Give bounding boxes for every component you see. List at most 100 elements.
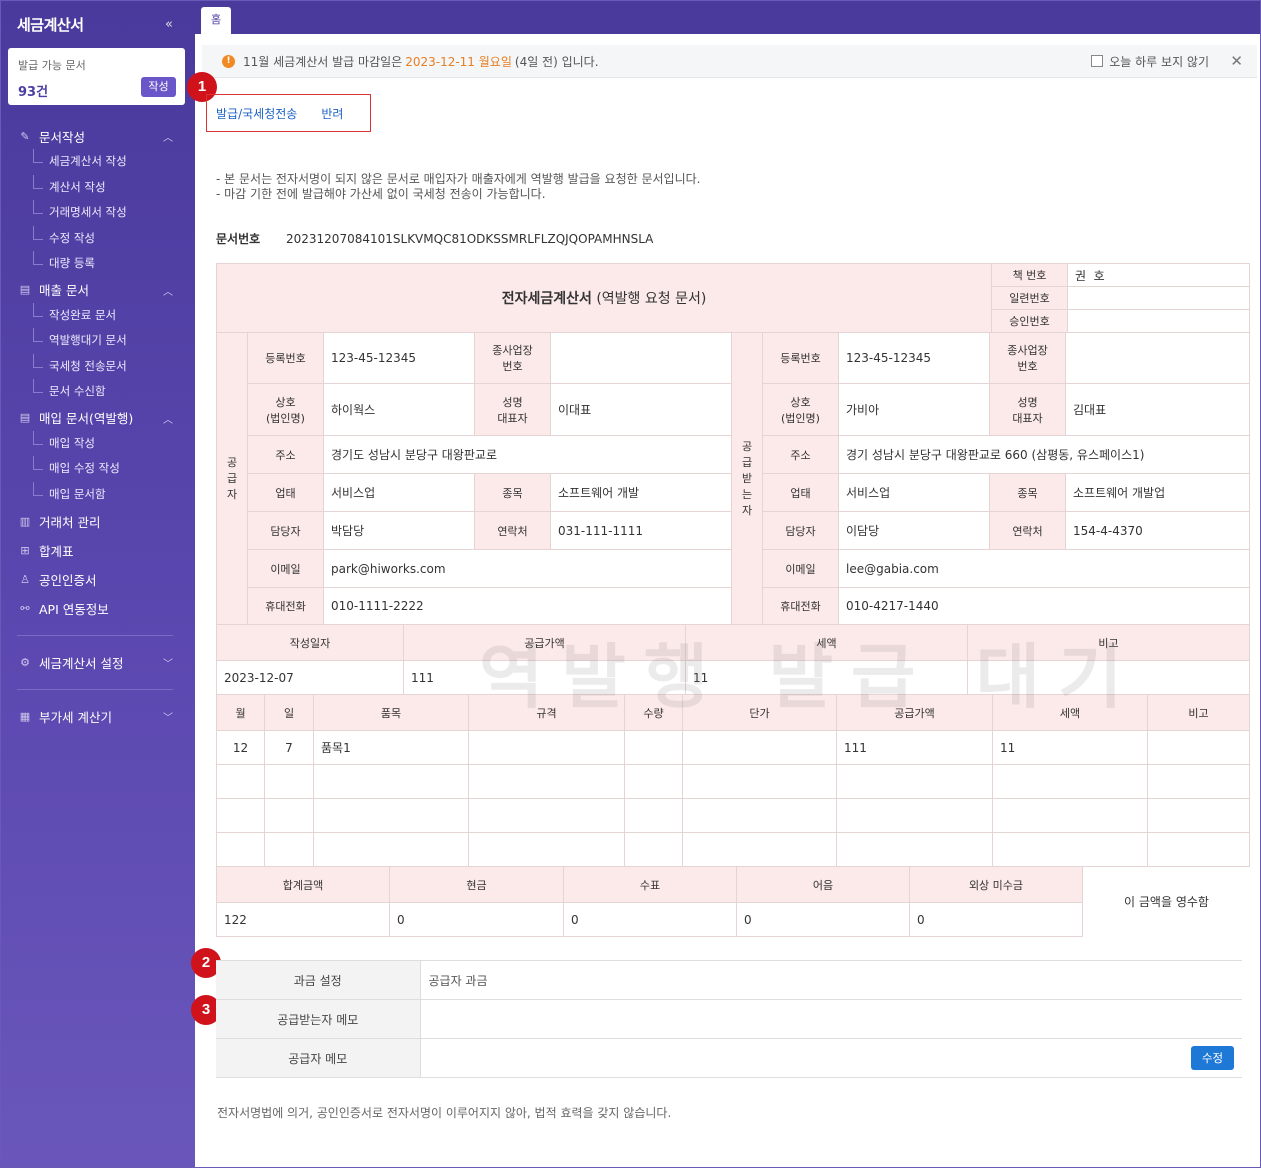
supplier-contact-label: 연락처 (474, 511, 551, 550)
document-description: - 본 문서는 전자서명이 되지 않은 문서로 매입자가 매출자에게 역발행 발… (216, 172, 700, 202)
invoice-header-table: 전자세금계산서 (역발행 요청 문서) 책 번호 권 호 일련번호 승인번호 (216, 263, 1250, 333)
nav-item-label: 거래처 관리 (39, 515, 101, 530)
charge-setting-value: 공급자 과금 (420, 960, 1242, 1000)
total-header-check: 수표 (563, 866, 737, 903)
supplier-email-label: 이메일 (247, 549, 324, 588)
nav-group-purchase[interactable]: ▤ 매입 문서(역발행) ︿ (1, 405, 195, 431)
receiver-addr-value: 경기 성남시 분당구 대왕판교로 660 (삼평동, 유스페이스1) (838, 435, 1250, 474)
sidebar-item-purchase-box[interactable]: 매입 문서함 (1, 481, 195, 508)
chevron-up-icon: ︿ (163, 133, 173, 144)
summary-header-supply: 공급가액 (403, 624, 686, 661)
hide-today-option[interactable]: 오늘 하루 보지 않기 (1091, 53, 1209, 70)
receiver-reg-label: 등록번호 (762, 332, 839, 384)
memo-table: 과금 설정 공급자 과금 공급받는자 메모 공급자 메모 수정 (216, 960, 1242, 1078)
building-icon: ▥ (19, 515, 31, 528)
receiver-memo-value (420, 999, 1242, 1039)
close-icon[interactable]: ✕ (1230, 52, 1243, 70)
sidebar-item-vat-calculator[interactable]: ▦ 부가세 계산기 ﹀ (1, 702, 195, 731)
book-number-value: 권 호 (1067, 263, 1250, 287)
deadline-notice: ! 11월 세금계산서 발급 마감일은 2023-12-11 월요일 (4일 전… (202, 45, 1257, 78)
nav-item-label: 부가세 계산기 (39, 710, 112, 725)
item-supply: 111 (836, 730, 993, 765)
supplier-biz-label: 종사업장 번호 (474, 332, 551, 384)
description-line: - 마감 기한 전에 발급해야 가산세 없이 국세청 전송이 가능합니다. (216, 187, 546, 201)
table-row: 12 7 품목1 111 11 (216, 730, 1250, 765)
receiver-ceo-value: 김대표 (1065, 383, 1250, 436)
compose-button[interactable]: 작성 (141, 77, 176, 97)
receiver-type-value: 서비스업 (838, 473, 990, 512)
summary-supply: 111 (403, 660, 686, 695)
hide-today-checkbox[interactable] (1091, 55, 1104, 67)
notice-text-after: (4일 전) 입니다. (514, 54, 599, 69)
sidebar-item-reverse-pending[interactable]: 역발행대기 문서 (1, 328, 195, 354)
receiver-manager-label: 담당자 (762, 511, 839, 550)
total-check: 0 (563, 902, 737, 937)
app-window: 세금계산서 « 발급 가능 문서 93건 작성 ✎ 문서작성 ︿ 세금계산서 작… (0, 0, 1261, 1168)
edit-memo-button[interactable]: 수정 (1191, 1046, 1234, 1070)
reject-link[interactable]: 반려 (321, 105, 343, 122)
item-month: 12 (216, 730, 265, 765)
sidebar-item-purchase-amend[interactable]: 매입 수정 작성 (1, 456, 195, 482)
totals-table: 합계금액 현금 수표 어음 외상 미수금 이 금액을 영수함 122 0 0 0… (216, 866, 1250, 937)
item-header-price: 단가 (682, 694, 837, 731)
sidebar-item-amend-write[interactable]: 수정 작성 (1, 225, 195, 252)
sidebar-item-partners[interactable]: ▥ 거래처 관리 (1, 507, 195, 536)
item-qty (624, 730, 683, 765)
sidebar-item-inbox[interactable]: 문서 수신함 (1, 379, 195, 405)
approval-number-label: 승인번호 (991, 309, 1068, 333)
nav-group-compose[interactable]: ✎ 문서작성 ︿ (1, 123, 195, 149)
issuable-docs-count: 93건 (18, 85, 49, 100)
supplier-contact-value: 031-111-1111 (550, 511, 732, 550)
sidebar-item-purchase-write[interactable]: 매입 작성 (1, 430, 195, 457)
chevron-down-icon: ﹀ (163, 713, 173, 724)
sidebar-item-summary[interactable]: ⊞ 합계표 (1, 536, 195, 565)
receiver-company-label: 상호 (법인명) (762, 383, 839, 436)
sidebar-item-settings[interactable]: ⚙ 세금계산서 설정 ﹀ (1, 648, 195, 677)
receiver-manager-value: 이담당 (838, 511, 990, 550)
nav-group-label: 매출 문서 (39, 283, 89, 298)
approval-number-value (1067, 309, 1250, 333)
nav-item-label: 합계표 (39, 544, 74, 559)
sidebar-item-api[interactable]: ⚯ API 연동정보 (1, 594, 195, 623)
summary-header-date: 작성일자 (216, 624, 404, 661)
issue-send-link[interactable]: 발급/국세청전송 (216, 105, 297, 122)
sidebar-item-nts-sent[interactable]: 국세청 전송문서 (1, 353, 195, 380)
item-day: 7 (264, 730, 314, 765)
item-price (682, 730, 837, 765)
certificate-icon: ♙ (20, 573, 30, 586)
nav-group-sales[interactable]: ▤ 매출 문서 ︿ (1, 277, 195, 303)
supplier-company-label: 상호 (법인명) (247, 383, 324, 436)
sidebar-item-bulk-register[interactable]: 대량 등록 (1, 251, 195, 277)
gear-icon: ⚙ (20, 656, 30, 669)
tax-invoice: 전자세금계산서 (역발행 요청 문서) 책 번호 권 호 일련번호 승인번호 공… (216, 263, 1250, 937)
total-sum: 122 (216, 902, 390, 937)
chevron-up-icon: ︿ (163, 286, 173, 298)
serial-number-value (1067, 286, 1250, 310)
supplier-ceo-value: 이대표 (550, 383, 732, 436)
tab-home[interactable]: 홈 (201, 7, 231, 34)
summary-header-note: 비고 (967, 624, 1250, 661)
supplier-memo-value: 수정 (420, 1038, 1242, 1078)
supplier-type-value: 서비스업 (323, 473, 475, 512)
sidebar-item-tax-invoice-write[interactable]: 세금계산서 작성 (1, 149, 195, 175)
sidebar-item-completed[interactable]: 작성완료 문서 (1, 302, 195, 329)
sidebar-item-statement-write[interactable]: 거래명세서 작성 (1, 200, 195, 226)
nav-group-label: 매입 문서(역발행) (39, 411, 134, 426)
nav-item-label: 세금계산서 설정 (39, 656, 124, 671)
supplier-company-value: 하이웍스 (323, 383, 475, 436)
calculator-icon: ▦ (19, 710, 31, 723)
total-note: 0 (736, 902, 910, 937)
document-list-icon: ▤ (19, 411, 31, 424)
double-chevron-left-icon[interactable]: « (165, 17, 173, 32)
supplier-item-value: 소프트웨어 개발 (550, 473, 732, 512)
notice-text-before: 11월 세금계산서 발급 마감일은 (243, 54, 403, 69)
supplier-reg-value: 123-45-12345 (323, 332, 475, 384)
item-header-supply: 공급가액 (836, 694, 993, 731)
invoice-title-text: 전자세금계산서 (501, 291, 592, 307)
receiver-type-label: 업태 (762, 473, 839, 512)
sidebar-item-invoice-write[interactable]: 계산서 작성 (1, 174, 195, 201)
sidebar-item-certificate[interactable]: ♙ 공인인증서 (1, 565, 195, 594)
item-note (1147, 730, 1250, 765)
document-list-icon: ▤ (19, 283, 31, 296)
supplier-biz-value (550, 332, 732, 384)
